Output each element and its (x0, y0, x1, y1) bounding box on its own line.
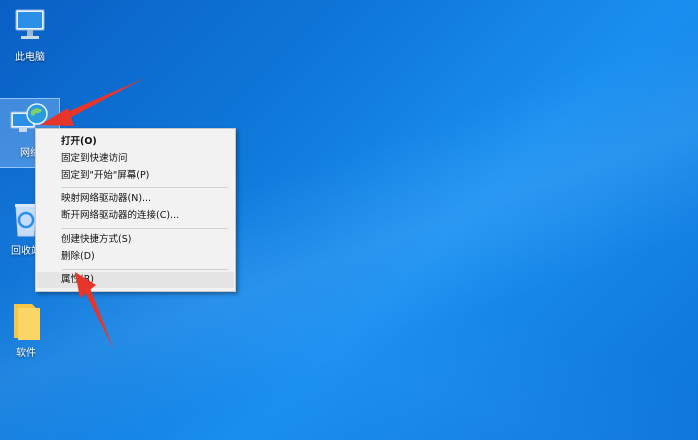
annotation-arrows (40, 78, 145, 350)
annotation-arrow-network (40, 78, 145, 126)
annotation-arrow-properties (75, 272, 114, 350)
